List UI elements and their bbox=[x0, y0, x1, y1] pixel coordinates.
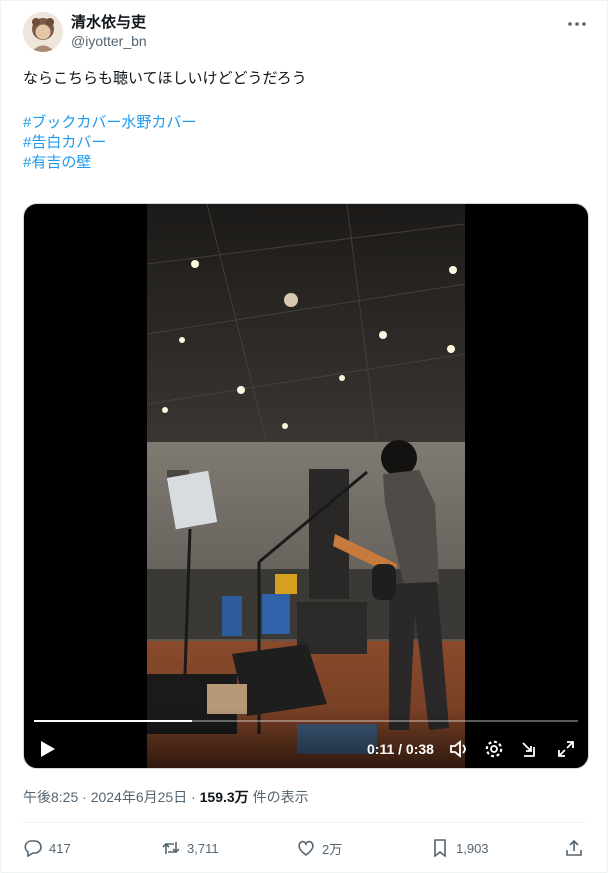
tweet-card: 清水依与吏 @iyotter_bn ならこちらも聴いてほしいけどどうだろう #ブ… bbox=[0, 0, 608, 873]
like-button[interactable]: 2万 bbox=[296, 833, 342, 863]
hashtag-link[interactable]: #ブックカバー水野カバー bbox=[23, 113, 583, 133]
repost-icon bbox=[162, 842, 180, 854]
reply-count: 417 bbox=[49, 840, 71, 856]
video-frame[interactable] bbox=[147, 204, 465, 768]
author-display-name[interactable]: 清水依与吏 bbox=[71, 13, 147, 32]
hashtag-link[interactable]: #有吉の壁 bbox=[23, 153, 583, 173]
picture-in-picture-icon[interactable] bbox=[519, 738, 541, 760]
like-count: 2万 bbox=[322, 841, 343, 857]
divider bbox=[23, 822, 587, 823]
author-handle[interactable]: @iyotter_bn bbox=[71, 32, 147, 51]
timestamp[interactable]: 午後8:25 · 2024年6月25日 · bbox=[23, 789, 200, 805]
repost-count: 3,711 bbox=[187, 840, 219, 856]
fullscreen-icon[interactable] bbox=[555, 738, 577, 760]
bookmark-count: 1,903 bbox=[456, 840, 489, 856]
action-bar: 417 3,711 2万 1,903 bbox=[23, 833, 589, 863]
bookmark-icon bbox=[434, 839, 446, 858]
views-count: 159.3万 bbox=[199, 789, 249, 805]
heart-icon bbox=[298, 840, 314, 856]
reply-icon bbox=[24, 840, 42, 858]
video-progress-fill bbox=[34, 720, 192, 722]
video-progress-bar[interactable] bbox=[34, 720, 578, 722]
share-button[interactable] bbox=[564, 833, 590, 863]
play-icon[interactable] bbox=[36, 738, 58, 760]
views-suffix: 件の表示 bbox=[248, 789, 309, 805]
tweet-text: ならこちらも聴いてほしいけどどうだろう bbox=[23, 70, 307, 87]
repost-button[interactable]: 3,711 bbox=[161, 833, 219, 863]
gear-icon[interactable] bbox=[483, 738, 505, 760]
tweet-meta: 午後8:25 · 2024年6月25日 · 159.3万 件の表示 bbox=[23, 787, 309, 807]
avatar[interactable] bbox=[23, 12, 63, 52]
author-names: 清水依与吏 @iyotter_bn bbox=[71, 13, 147, 51]
video-time: 0:11 / 0:38 bbox=[367, 741, 434, 757]
video-controls: 0:11 / 0:38 bbox=[24, 708, 588, 768]
reply-button[interactable]: 417 bbox=[23, 833, 71, 863]
hashtag-link[interactable]: #告白カバー bbox=[23, 133, 583, 153]
share-icon bbox=[566, 839, 582, 856]
bookmark-button[interactable]: 1,903 bbox=[430, 833, 489, 863]
tweet-body: ならこちらも聴いてほしいけどどうだろう #ブックカバー水野カバー #告白カバー … bbox=[23, 69, 583, 173]
more-dots-icon[interactable] bbox=[565, 14, 589, 34]
volume-icon[interactable] bbox=[448, 738, 470, 760]
tweet-header: 清水依与吏 @iyotter_bn bbox=[23, 12, 589, 54]
video-player[interactable]: 0:11 / 0:38 bbox=[23, 203, 589, 769]
